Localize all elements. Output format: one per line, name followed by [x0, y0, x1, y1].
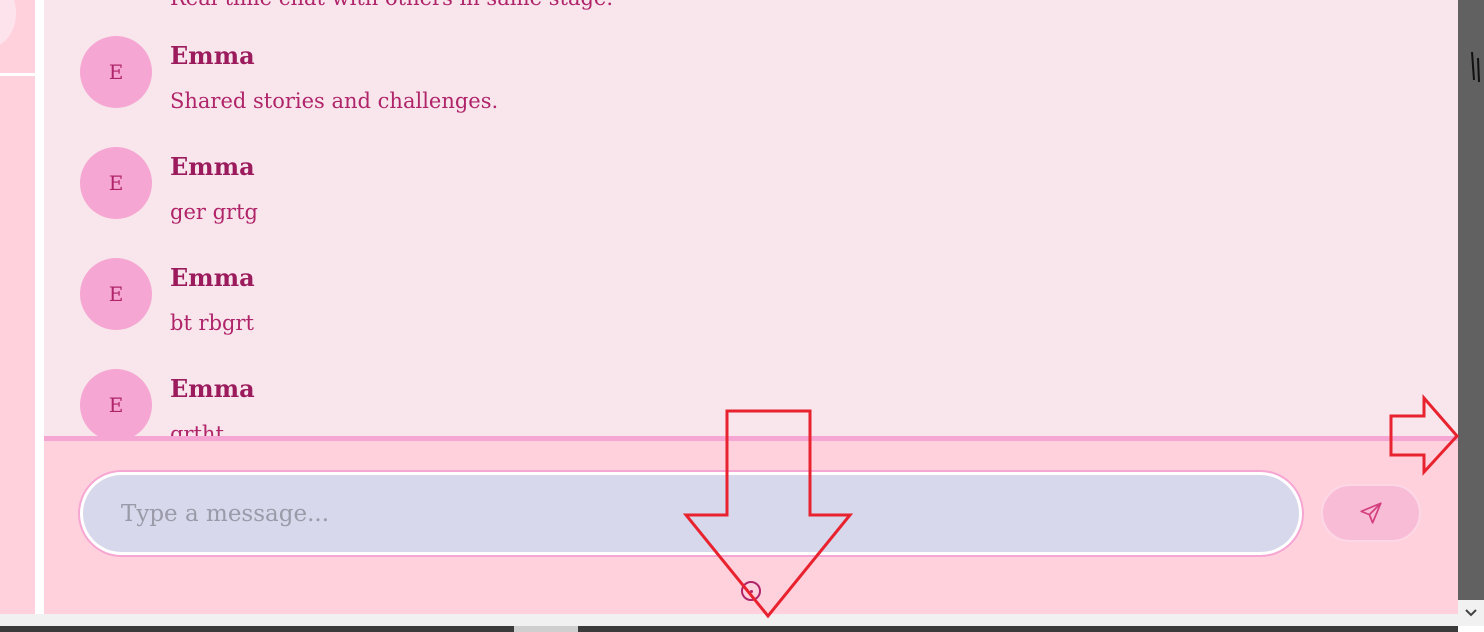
gutter: [35, 0, 44, 614]
message-list[interactable]: Real-time chat with others in same stage…: [44, 0, 1458, 436]
chat-panel: Real-time chat with others in same stage…: [44, 0, 1458, 614]
horizontal-scrollbar-track: [578, 626, 1458, 632]
horizontal-scrollbar-track: [0, 626, 514, 632]
chevron-down-icon: [1465, 609, 1477, 617]
message-input-wrapper: [78, 470, 1304, 557]
message-author: Emma: [170, 41, 255, 70]
avatar: E: [80, 258, 152, 330]
message-author: Emma: [170, 263, 255, 292]
avatar: E: [80, 36, 152, 108]
message-text: grtht: [170, 422, 224, 436]
message-item: E Emma bt rbgrt: [44, 258, 1458, 369]
autoscroll-cursor-icon: [741, 581, 761, 601]
avatar: E: [80, 369, 152, 436]
message-text: bt rbgrt: [170, 311, 254, 335]
scroll-down-button[interactable]: [1458, 600, 1484, 626]
partial-message-text: Real-time chat with others in same stage…: [170, 0, 613, 10]
vertical-scrollbar[interactable]: [1458, 0, 1484, 614]
avatar: E: [80, 147, 152, 219]
sidebar-divider: [0, 73, 35, 76]
composer-separator: [44, 436, 1458, 441]
message-item: E Emma ger grtg: [44, 147, 1458, 258]
message-text: ger grtg: [170, 200, 258, 224]
message-item: E Emma Shared stories and challenges.: [44, 36, 1458, 147]
sidebar-avatar[interactable]: [0, 0, 16, 48]
send-button[interactable]: [1321, 484, 1421, 542]
message-input[interactable]: [83, 475, 1299, 552]
send-icon: [1360, 502, 1382, 524]
sidebar: [0, 0, 35, 614]
message-text: Shared stories and challenges.: [170, 89, 499, 113]
message-author: Emma: [170, 152, 255, 181]
horizontal-scrollbar-thumb[interactable]: [514, 626, 578, 632]
message-author: Emma: [170, 374, 255, 403]
message-item: E Emma grtht: [44, 369, 1458, 436]
